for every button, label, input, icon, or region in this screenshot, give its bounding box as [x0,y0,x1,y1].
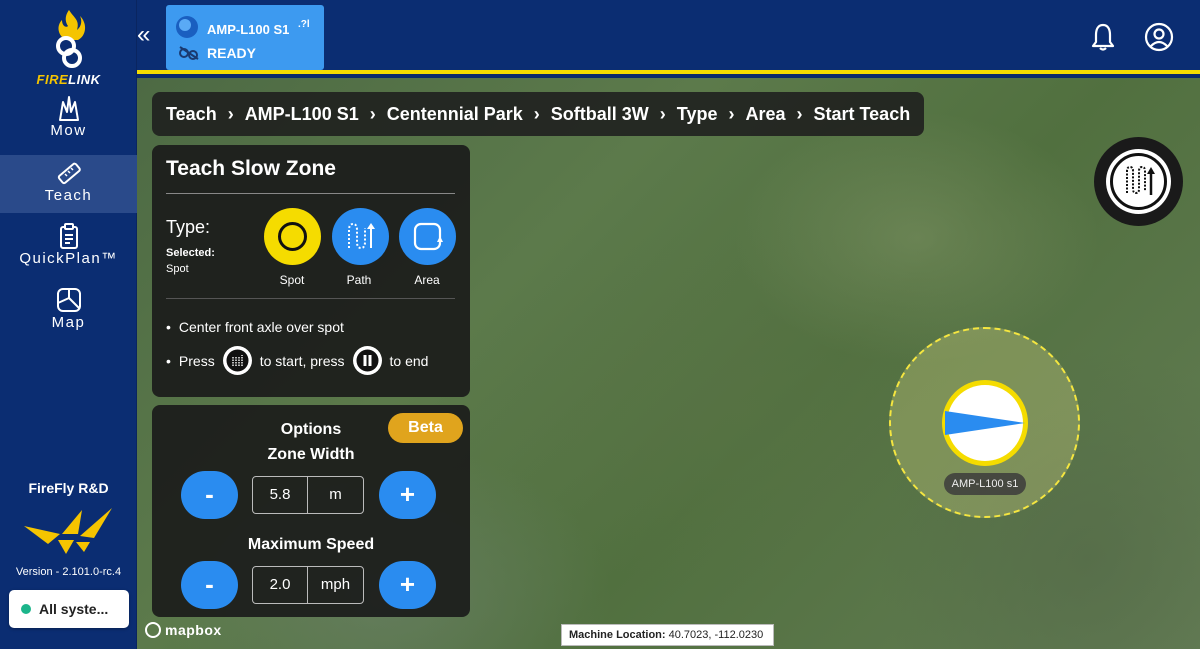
instruction-text: Press [178,352,215,369]
zone-width-decrease-button[interactable]: - [181,471,238,519]
machine-selector[interactable]: AMP-L100 S1 .?l READY [166,5,324,70]
area-icon [413,222,443,251]
signal-icon: .?l [298,19,310,30]
machine-status-icon [176,16,198,38]
firefly-logo-icon [24,508,112,554]
sidebar-item-label: Mow [50,122,87,139]
system-status-button[interactable]: All syste... [9,590,129,628]
breadcrumb-item[interactable]: Area [745,104,785,125]
max-speed-value[interactable]: 2.0 [253,567,308,603]
clipboard-icon [59,223,78,249]
divider [166,193,455,194]
type-spot-button[interactable] [264,208,321,265]
instruction-text: Center front axle over spot [178,319,344,335]
sidebar-item-mow[interactable]: Mow [0,94,137,152]
mapbox-attribution[interactable]: mapbox [145,622,222,638]
machine-name: AMP-L100 S1 [207,22,290,37]
selected-label: Selected: [166,247,215,259]
type-area-label: Area [414,273,440,287]
machine-map-label: AMP-L100 s1 [944,473,1026,495]
start-teach-icon [1106,149,1171,214]
collapse-sidebar-button[interactable]: « [137,23,153,48]
machine-status: READY [207,45,257,61]
breadcrumb: Teach › AMP-L100 S1 › Centennial Park › Sof… [152,92,925,136]
chevron-right-icon: › [659,103,666,124]
top-bar: « AMP-L100 S1 .?l READY [137,0,1200,74]
start-teach-icon [222,346,252,375]
chevron-right-icon: › [796,103,803,124]
logo-text: FIRELINK [36,72,101,87]
spot-icon [278,222,307,251]
system-status-label: All syste... [39,601,109,617]
instruction-line: • Center front axle over spot [166,319,344,335]
map-icon [56,288,81,312]
breadcrumb-item: Start Teach [813,103,911,124]
status-ok-icon [21,604,31,614]
chevron-right-icon: › [369,103,376,124]
zone-width-increase-button[interactable]: + [379,471,436,519]
max-speed-label: Maximum Speed [247,536,375,553]
machine-location-readout: Machine Location: 40.7023, -112.0230 [561,624,774,646]
breadcrumb-item[interactable]: Type [677,104,718,125]
zone-width-field[interactable]: 5.8 m [252,476,364,514]
mapbox-label: mapbox [165,622,222,638]
breadcrumb-item[interactable]: Softball 3W [551,104,649,125]
user-account-icon[interactable] [1144,22,1174,52]
sidebar-item-quickplan[interactable]: QuickPlan™ [0,222,137,280]
sidebar: FIRELINK Mow Teach QuickPlan™ Map FireFl… [0,0,137,649]
zone-width-unit: m [329,486,342,503]
zone-width-value[interactable]: 5.8 [253,477,308,513]
panel-title: Teach Slow Zone [166,157,336,180]
pause-icon [352,346,382,375]
breadcrumb-item[interactable]: AMP-L100 S1 [245,104,359,125]
type-area-button[interactable] [399,208,456,265]
instruction-text: to start, press [259,352,345,369]
options-panel: Options Beta Zone Width - 5.8 m + Maximu… [152,405,470,617]
type-path-button[interactable] [332,208,389,265]
teach-panel: Teach Slow Zone Type: Selected: Spot Spo… [152,145,470,397]
instruction-text: to end [389,352,429,369]
machine-location-label: Machine Location: [569,629,666,641]
path-icon [348,222,375,250]
max-speed-field[interactable]: 2.0 mph [252,566,364,604]
mapbox-icon [145,622,161,638]
type-spot-label: Spot [279,273,305,287]
sidebar-item-label: Map [51,314,86,331]
grass-icon [58,96,79,121]
max-speed-decrease-button[interactable]: - [181,561,238,609]
unlinked-icon [179,46,199,60]
firelink-logo[interactable]: FIRELINK [0,4,137,87]
beta-badge: Beta [388,413,463,443]
sidebar-item-teach[interactable]: Teach [0,155,137,213]
chevron-right-icon: › [227,103,234,124]
bell-icon[interactable] [1090,22,1116,52]
zone-width-label: Zone Width [267,446,355,463]
breadcrumb-item[interactable]: Teach [166,104,217,125]
instruction-line: • Press to start, press to end [166,346,428,375]
breadcrumb-item[interactable]: Centennial Park [387,104,523,125]
selected-value: Spot [166,263,189,275]
sidebar-item-label: QuickPlan™ [19,250,118,267]
type-path-label: Path [346,273,372,287]
flame-chain-icon [56,10,86,68]
ruler-icon [57,162,81,185]
machine-heading-icon[interactable] [939,377,1031,469]
chevron-right-icon: › [533,103,540,124]
divider [166,298,455,299]
app-version: Version - 2.101.0-rc.4 [15,566,122,578]
max-speed-unit: mph [320,576,351,593]
org-name: FireFly R&D [28,480,109,496]
machine-location-value: 40.7023, -112.0230 [668,629,764,641]
sidebar-item-label: Teach [44,187,93,204]
start-teach-button[interactable] [1094,137,1183,226]
chevron-right-icon: › [728,103,735,124]
type-label: Type: [166,217,211,237]
max-speed-increase-button[interactable]: + [379,561,436,609]
sidebar-item-map[interactable]: Map [0,286,137,344]
